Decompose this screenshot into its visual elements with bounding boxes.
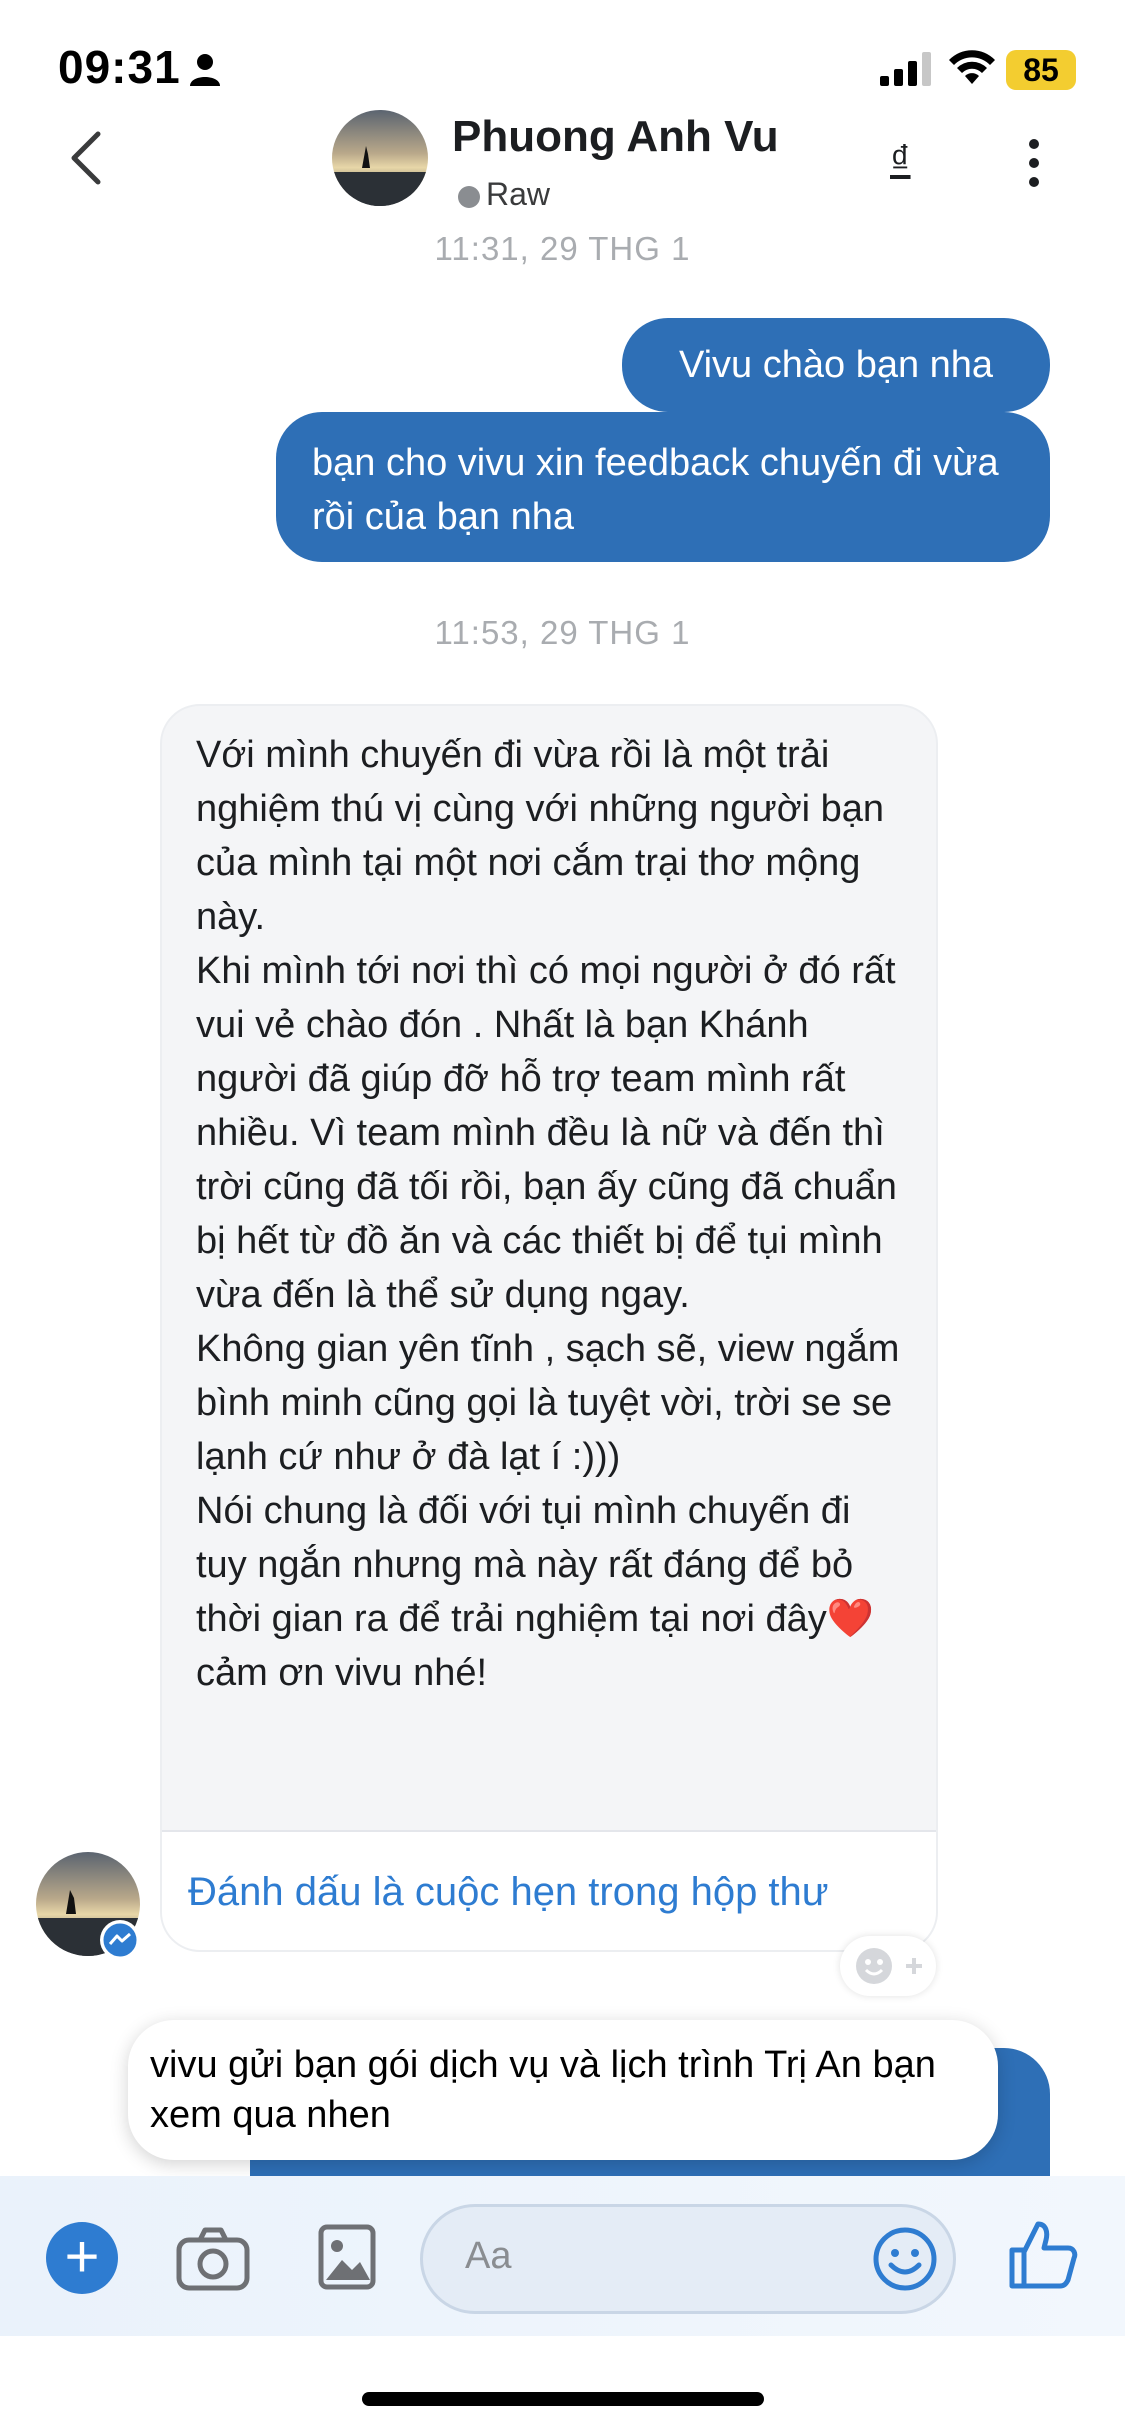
sent-message[interactable]: Vivu chào bạn nha bbox=[622, 318, 1050, 412]
wifi-icon bbox=[949, 50, 995, 84]
presence-dot bbox=[458, 186, 480, 208]
status-time: 09:31 bbox=[58, 41, 181, 93]
gallery-icon[interactable] bbox=[318, 2222, 376, 2292]
home-indicator[interactable] bbox=[362, 2392, 764, 2406]
bookmark-appointment-button[interactable]: Đánh dấu là cuộc hẹn trong hộp thư bbox=[162, 1830, 936, 1950]
message-input-placeholder: Aa bbox=[465, 2235, 512, 2277]
contact-name[interactable]: Phuong Anh Vu bbox=[452, 112, 779, 162]
emoji-icon[interactable] bbox=[872, 2226, 938, 2292]
timestamp: 11:31, 29 THG 1 bbox=[434, 230, 691, 267]
messenger-icon bbox=[100, 1920, 140, 1960]
currency-icon[interactable]: ₫ bbox=[890, 138, 911, 183]
contact-status: Raw bbox=[486, 176, 551, 212]
sent-message[interactable]: bạn cho vivu xin feedback chuyến đi vừa … bbox=[276, 412, 1050, 562]
avatar[interactable] bbox=[332, 110, 428, 206]
person-icon bbox=[190, 54, 220, 86]
timestamp: 11:53, 29 THG 1 bbox=[434, 614, 691, 651]
back-icon[interactable] bbox=[66, 130, 106, 186]
battery-icon: 85 bbox=[1006, 50, 1076, 90]
signal-icon bbox=[880, 52, 931, 86]
message-preview[interactable]: vivu gửi bạn gói dịch vụ và lịch trình T… bbox=[128, 2020, 998, 2160]
like-icon[interactable] bbox=[1006, 2218, 1080, 2292]
add-reaction-icon[interactable] bbox=[840, 1936, 936, 1996]
more-icon[interactable] bbox=[1024, 138, 1044, 188]
received-message[interactable]: Với mình chuyến đi vừa rồi là một trải n… bbox=[160, 704, 938, 1952]
camera-icon[interactable] bbox=[176, 2224, 250, 2292]
received-message-text: Với mình chuyến đi vừa rồi là một trải n… bbox=[196, 734, 900, 1694]
plus-button[interactable]: + bbox=[46, 2222, 118, 2294]
